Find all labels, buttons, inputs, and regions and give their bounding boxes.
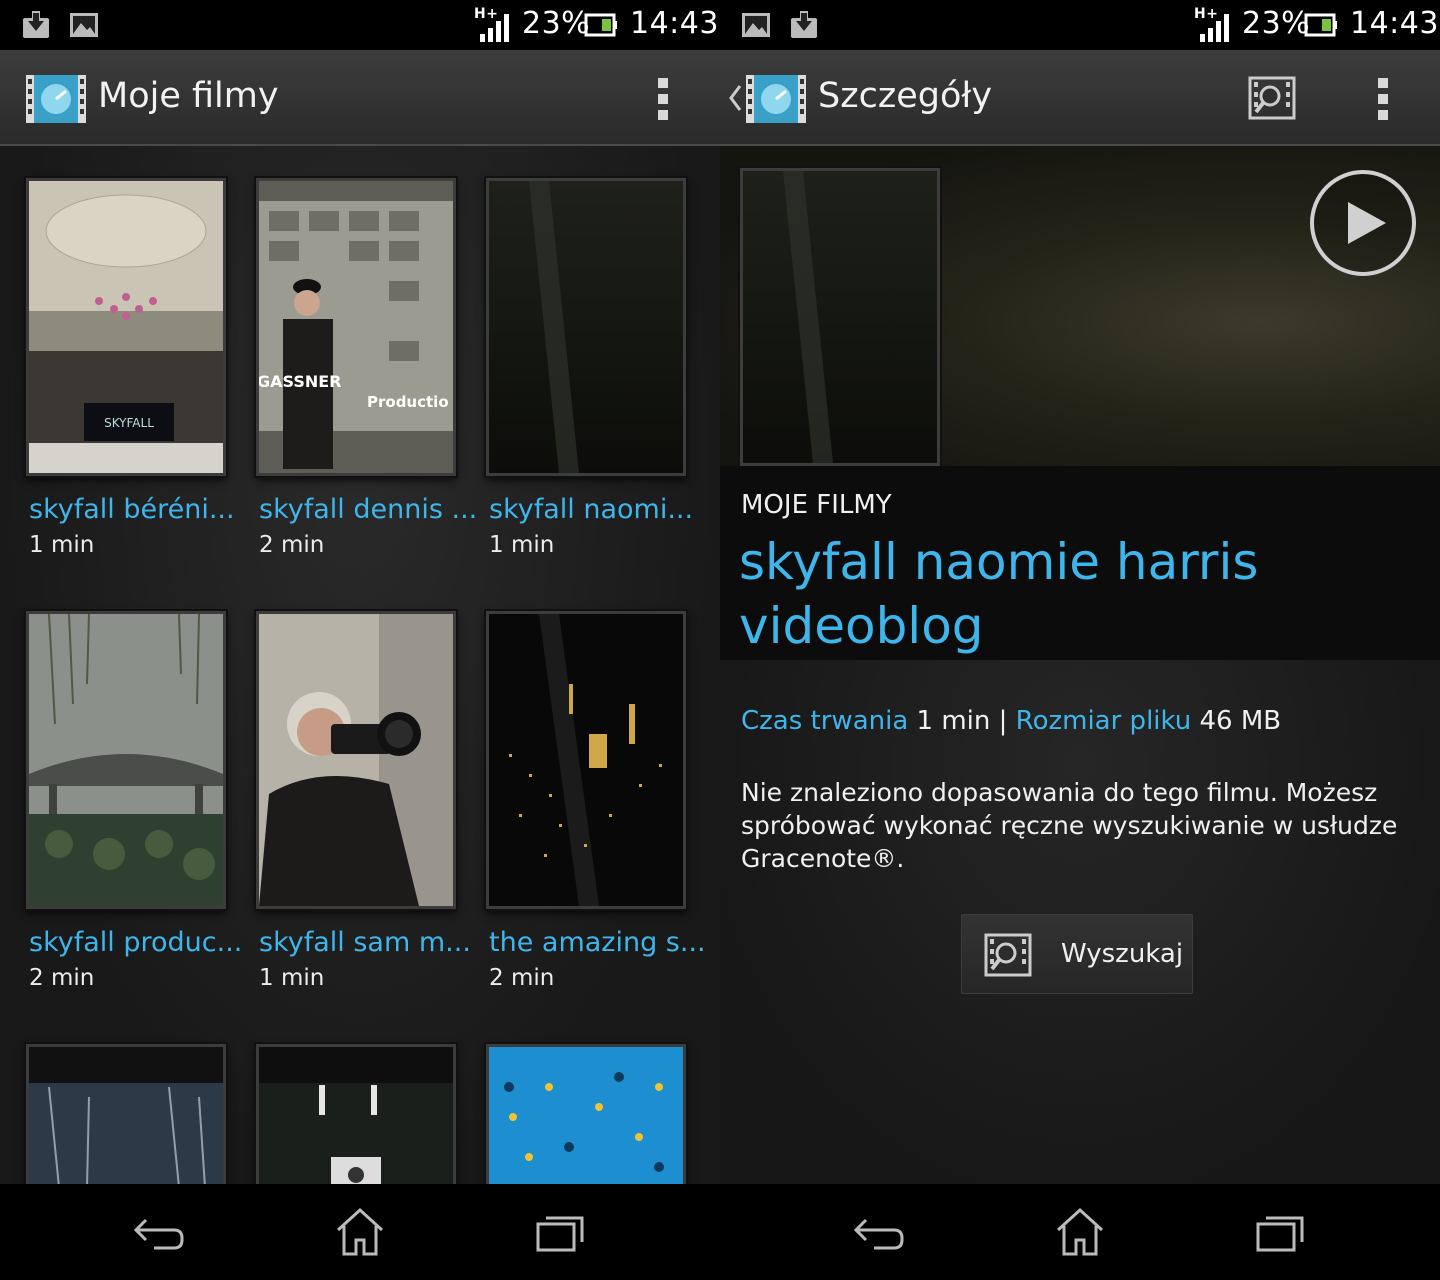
video-duration: 1 min — [489, 532, 555, 558]
back-icon[interactable] — [130, 1206, 190, 1258]
video-title: skyfall naomi... — [489, 494, 694, 525]
image-icon — [70, 13, 98, 37]
clock: 14:43 — [630, 6, 719, 41]
video-title: skyfall produc... — [29, 927, 243, 958]
video-thumbnail — [26, 611, 226, 909]
recent-apps-icon[interactable] — [1250, 1206, 1310, 1258]
video-title-line-2: videoblog — [739, 597, 984, 655]
video-thumbnail — [486, 178, 686, 476]
overflow-menu-icon[interactable] — [656, 78, 670, 122]
download-icon — [791, 11, 817, 38]
movies-app-icon[interactable] — [744, 71, 808, 127]
status-bar: H+ 23% 14:43 — [720, 0, 1440, 50]
separator: | — [998, 706, 1008, 736]
battery-icon — [584, 13, 617, 37]
video-title-line-1: skyfall naomie harris — [739, 533, 1259, 591]
navigation-bar — [720, 1184, 1440, 1280]
svg-text:GASSNER: GASSNER — [259, 372, 341, 391]
video-title: skyfall dennis ... — [259, 494, 478, 525]
search-button[interactable]: Wyszukaj — [961, 914, 1193, 994]
search-film-icon — [984, 933, 1032, 977]
metadata-line: Czas trwania 1 min | Rozmiar pliku 46 MB — [741, 706, 1281, 736]
search-button-label: Wyszukaj — [1061, 939, 1184, 969]
overflow-menu-icon[interactable] — [1376, 78, 1390, 122]
video-duration: 2 min — [489, 965, 555, 991]
title-band: MOJE FILMY skyfall naomie harris videobl… — [720, 466, 1440, 660]
video-thumbnail: SKYFALL — [26, 178, 226, 476]
video-title: skyfall sam m... — [259, 927, 471, 958]
video-grid: SKYFALL skyfall béréni... 1 min GASSNER — [0, 146, 720, 1280]
duration-value: 1 min — [916, 706, 991, 736]
no-match-message: Nie znaleziono dopasowania do tego filmu… — [741, 778, 1398, 873]
recent-apps-icon[interactable] — [530, 1206, 590, 1258]
video-thumbnail[interactable] — [740, 168, 940, 466]
action-bar: Szczegóły — [720, 50, 1440, 146]
back-icon[interactable] — [850, 1206, 910, 1258]
home-icon[interactable] — [1050, 1206, 1110, 1258]
svg-text:Productio: Productio — [367, 393, 449, 411]
video-title: skyfall naomie harris videoblog — [739, 530, 1258, 658]
video-duration: 2 min — [259, 532, 325, 558]
video-duration: 2 min — [29, 965, 95, 991]
signal-icon — [1200, 14, 1229, 42]
status-bar: H+ 23% 14:43 — [0, 0, 720, 50]
page-title: Moje filmy — [98, 76, 279, 116]
play-button[interactable] — [1308, 168, 1418, 278]
svg-text:SKYFALL: SKYFALL — [104, 416, 154, 430]
battery-percent: 23% — [522, 6, 591, 41]
image-icon — [742, 13, 770, 37]
clock: 14:43 — [1350, 6, 1439, 41]
video-thumbnail: GASSNER Productio — [256, 178, 456, 476]
download-icon — [23, 11, 49, 38]
video-thumbnail — [486, 611, 686, 909]
video-duration: 1 min — [259, 965, 325, 991]
file-size-label: Rozmiar pliku — [1015, 706, 1192, 736]
navigation-bar — [0, 1184, 720, 1280]
duration-label: Czas trwania — [741, 706, 909, 736]
home-icon[interactable] — [330, 1206, 390, 1258]
file-size-value: 46 MB — [1199, 706, 1282, 736]
video-preview — [720, 146, 1440, 466]
action-bar: Moje filmy — [0, 50, 720, 146]
search-film-icon[interactable] — [1248, 76, 1296, 120]
details-body: Czas trwania 1 min | Rozmiar pliku 46 MB… — [720, 660, 1440, 1184]
page-title: Szczegóły — [818, 76, 993, 116]
video-duration: 1 min — [29, 532, 95, 558]
breadcrumb: MOJE FILMY — [741, 490, 892, 520]
signal-icon — [480, 14, 509, 42]
library-screen: H+ 23% 14:43 Moje filmy SKYFALL skyfall … — [0, 0, 720, 1280]
movies-app-icon[interactable] — [24, 71, 88, 127]
details-screen: H+ 23% 14:43 Szczegóły MOJE FILMY skyfal… — [720, 0, 1440, 1280]
battery-icon — [1304, 13, 1337, 37]
video-thumbnail — [256, 611, 456, 909]
video-title: skyfall béréni... — [29, 494, 235, 525]
up-navigation-icon[interactable] — [728, 84, 742, 112]
video-title: the amazing s... — [489, 927, 706, 958]
battery-percent: 23% — [1242, 6, 1311, 41]
